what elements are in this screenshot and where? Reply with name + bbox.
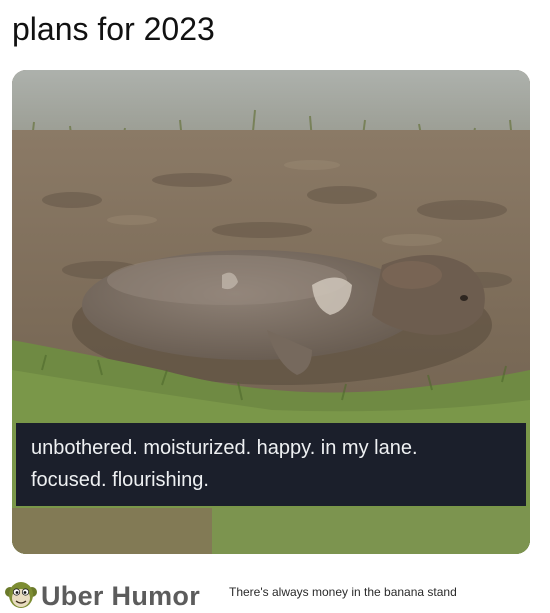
monkey-face-icon <box>5 582 37 608</box>
water-area <box>12 70 530 140</box>
caption-box: unbothered. moisturized. happy. in my la… <box>16 423 526 506</box>
brand-name[interactable]: Uber Humor <box>41 581 200 612</box>
brand-tagline: There's always money in the banana stand <box>229 585 457 599</box>
footer: Uber Humor There's always money in the b… <box>0 576 550 613</box>
page-title: plans for 2023 <box>12 11 215 47</box>
caption-line-2: focused. flourishing. <box>31 469 209 491</box>
caption-line-1: unbothered. moisturized. happy. in my la… <box>31 437 418 459</box>
